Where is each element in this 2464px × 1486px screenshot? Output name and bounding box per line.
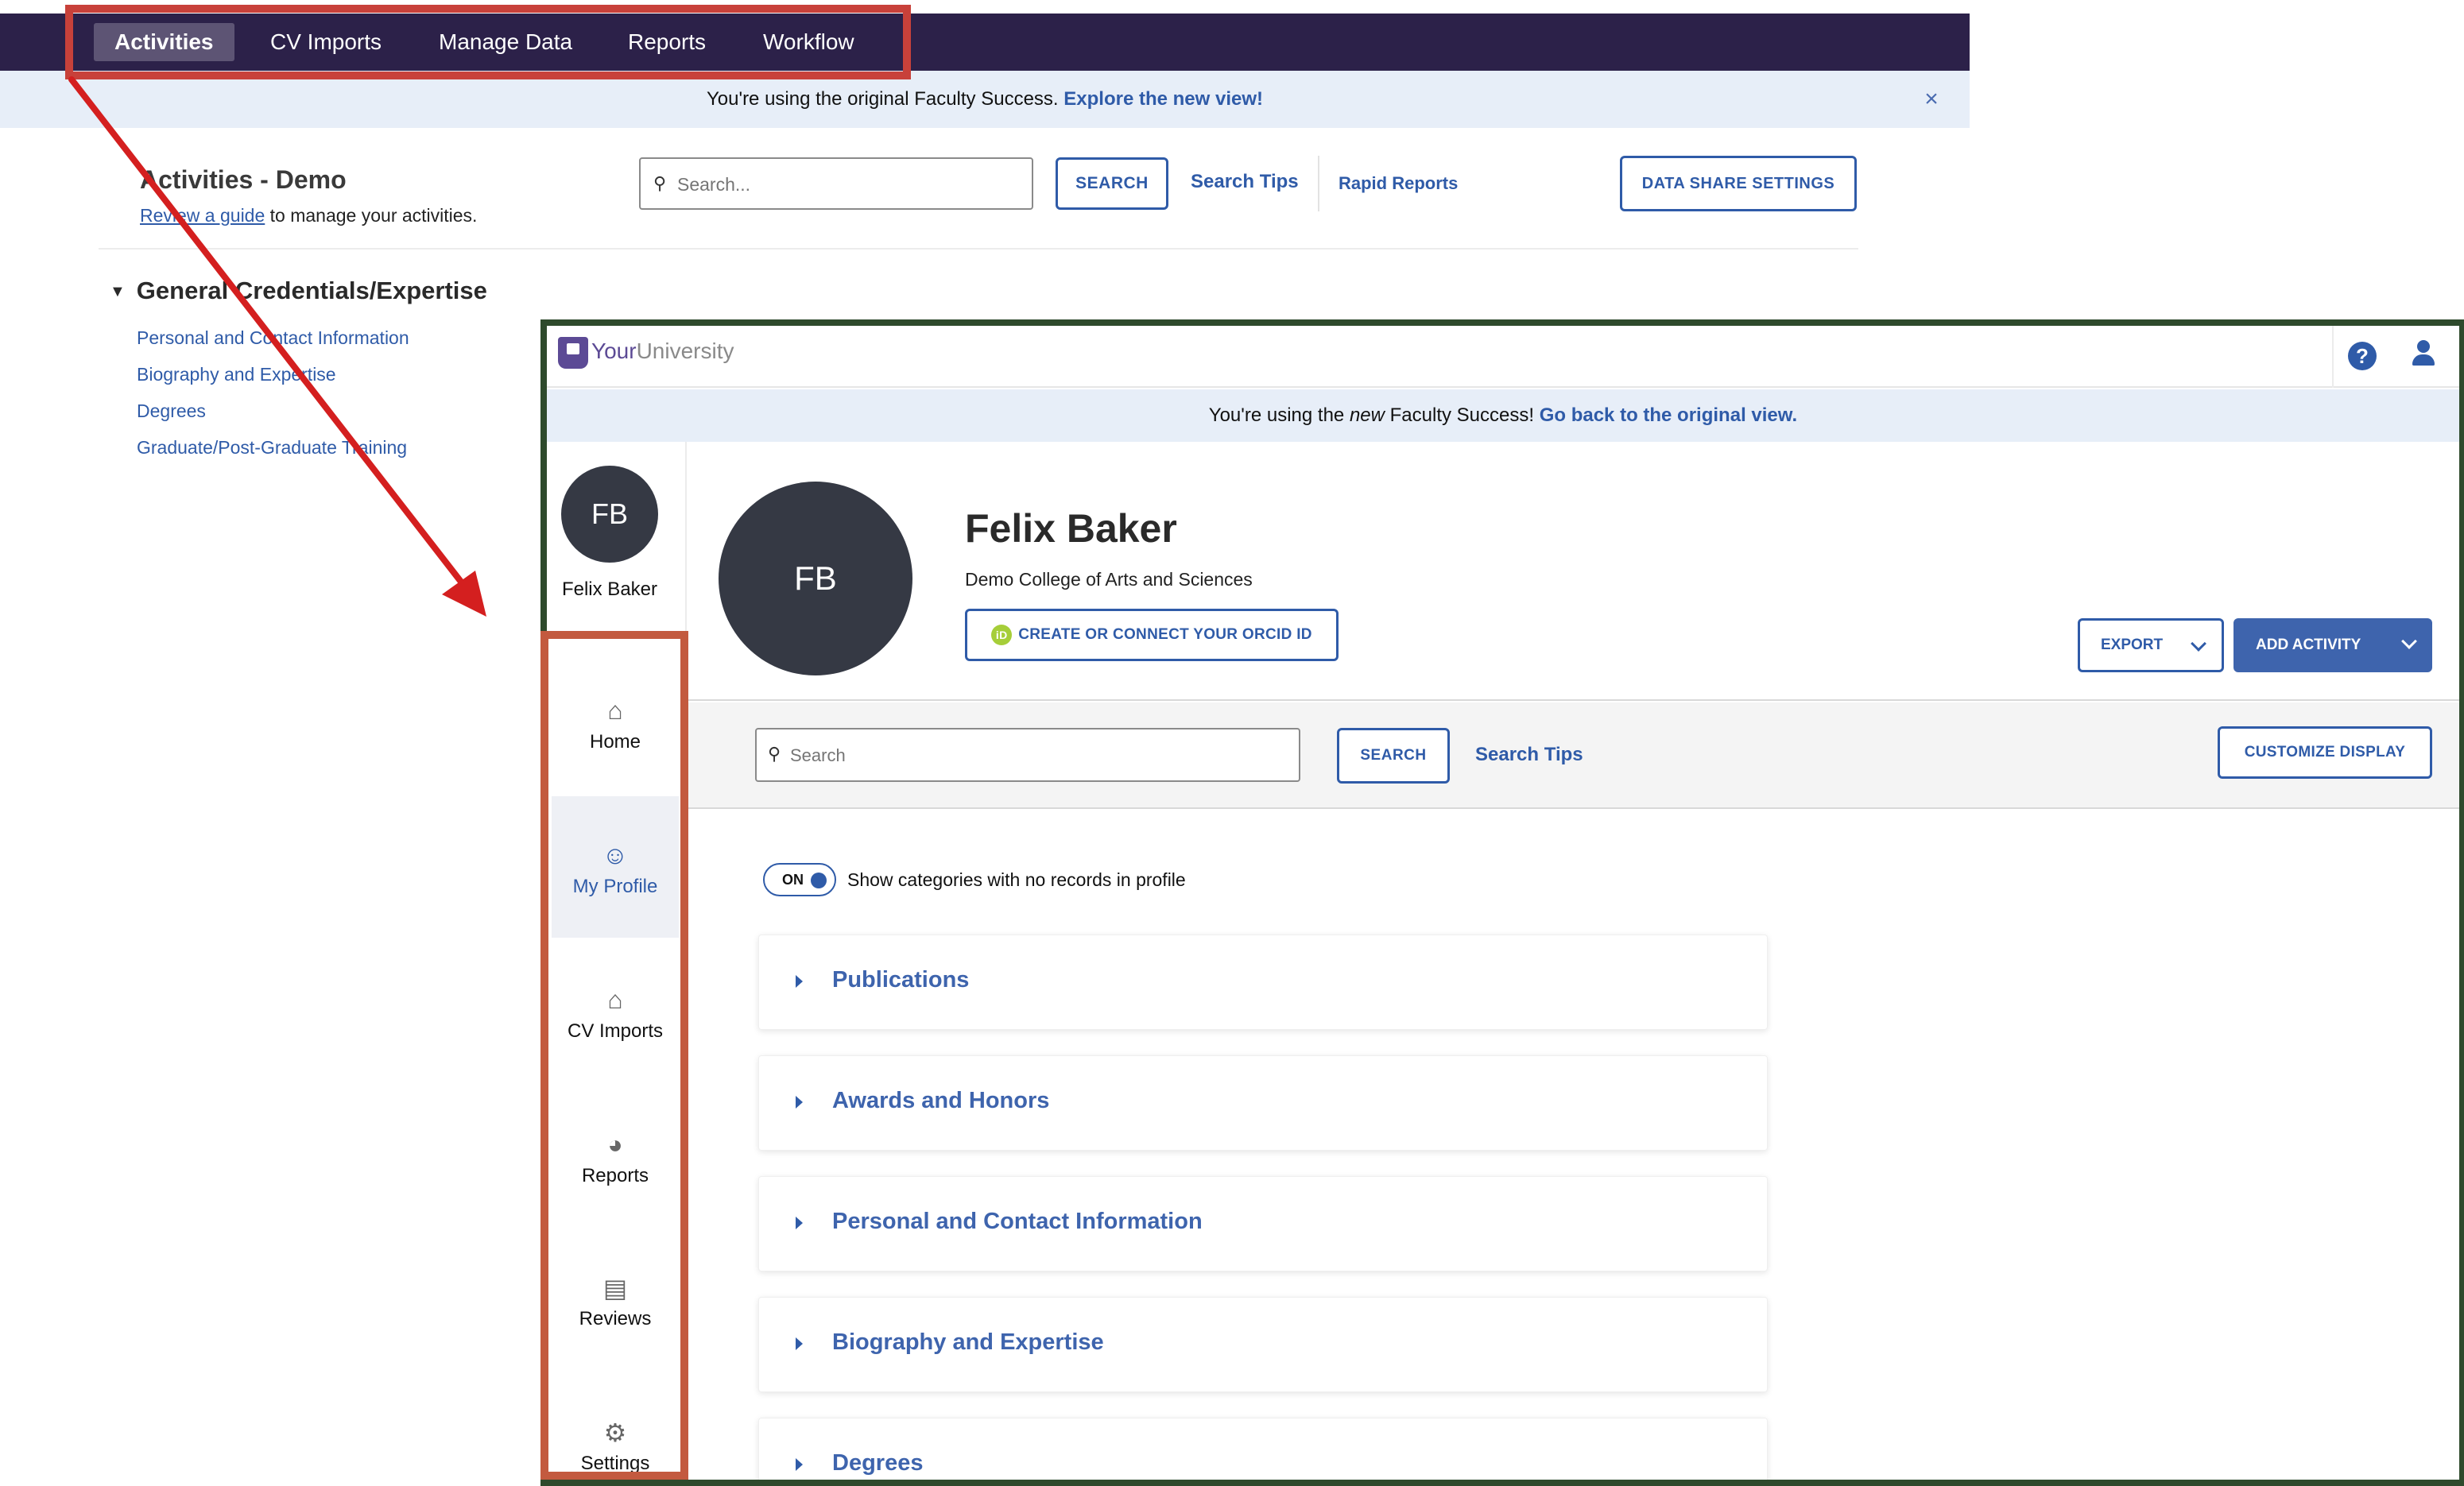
search-button[interactable]: SEARCH bbox=[1337, 728, 1450, 784]
old-search-button[interactable]: SEARCH bbox=[1056, 157, 1168, 210]
caret-right-icon bbox=[796, 1458, 803, 1471]
banner-text-pre: You're using the bbox=[1208, 404, 1350, 426]
section-link[interactable]: Degrees bbox=[137, 401, 206, 422]
category-label: Personal and Contact Information bbox=[832, 1209, 1203, 1234]
rapid-reports-link[interactable]: Rapid Reports bbox=[1339, 173, 1458, 194]
annotation-sidebar-highlight bbox=[540, 631, 688, 1480]
banner-text-em: new bbox=[1349, 404, 1385, 426]
category-label: Biography and Expertise bbox=[832, 1329, 1104, 1355]
go-back-original-link[interactable]: Go back to the original view. bbox=[1540, 404, 1798, 426]
old-search-field[interactable]: ⚲ bbox=[639, 157, 1033, 210]
divider bbox=[1318, 156, 1319, 211]
old-search-tips-link[interactable]: Search Tips bbox=[1191, 171, 1299, 193]
banner-text-mid: Faculty Success! bbox=[1384, 404, 1540, 426]
category-degrees[interactable]: Degrees bbox=[758, 1418, 1768, 1480]
caret-right-icon bbox=[796, 1096, 803, 1109]
new-view-frame: YourUniversity ? You're using the new Fa… bbox=[540, 319, 2464, 1486]
old-banner-text: You're using the original Faculty Succes… bbox=[706, 88, 1064, 110]
profile-college: Demo College of Arts and Sciences bbox=[965, 569, 1253, 590]
orcid-icon: iD bbox=[991, 625, 1013, 645]
profile-avatar: FB bbox=[719, 482, 912, 675]
search-bar: ⚲ SEARCH Search Tips CUSTOMIZE DISPLAY bbox=[688, 702, 2459, 809]
section-link[interactable]: Graduate/Post-Graduate Training bbox=[137, 437, 407, 459]
new-view-banner: You're using the new Faculty Success! Go… bbox=[547, 389, 2459, 442]
old-search-input[interactable] bbox=[677, 168, 1019, 200]
add-activity-button[interactable]: ADD ACTIVITY bbox=[2233, 618, 2432, 672]
chevron-down-icon: ▼ bbox=[110, 283, 126, 300]
category-awards-and-honors[interactable]: Awards and Honors bbox=[758, 1055, 1768, 1151]
search-icon: ⚲ bbox=[768, 744, 781, 764]
caret-right-icon bbox=[796, 975, 803, 988]
search-icon: ⚲ bbox=[653, 173, 667, 193]
category-personal-contact[interactable]: Personal and Contact Information bbox=[758, 1176, 1768, 1271]
category-publications[interactable]: Publications bbox=[758, 935, 1768, 1030]
data-share-settings-button[interactable]: DATA SHARE SETTINGS bbox=[1620, 156, 1857, 211]
avatar[interactable]: FB bbox=[561, 466, 658, 563]
caret-right-icon bbox=[796, 1337, 803, 1350]
orcid-button-label: CREATE OR CONNECT YOUR ORCID ID bbox=[1018, 626, 1312, 644]
search-field[interactable]: ⚲ bbox=[755, 728, 1300, 782]
customize-display-button[interactable]: CUSTOMIZE DISPLAY bbox=[2218, 726, 2432, 779]
section-title: General Credentials/Expertise bbox=[136, 277, 487, 304]
review-guide-link[interactable]: Review a guide bbox=[140, 205, 265, 226]
export-button[interactable]: EXPORT bbox=[2078, 618, 2224, 672]
divider bbox=[2332, 326, 2334, 388]
sidebar-user-name: Felix Baker bbox=[561, 579, 658, 600]
brand-suffix: University bbox=[636, 339, 734, 363]
guide-suffix: to manage your activities. bbox=[265, 205, 478, 226]
chevron-down-icon bbox=[2191, 636, 2206, 652]
toggle-label: Show categories with no records in profi… bbox=[847, 869, 1186, 890]
close-icon[interactable]: × bbox=[1917, 85, 1946, 114]
new-top-bar: YourUniversity ? bbox=[547, 326, 2459, 388]
profile-name: Felix Baker bbox=[965, 506, 1177, 551]
category-label: Awards and Honors bbox=[832, 1088, 1050, 1113]
explore-new-view-link[interactable]: Explore the new view! bbox=[1063, 88, 1263, 110]
help-icon[interactable]: ? bbox=[2348, 342, 2377, 370]
category-label: Publications bbox=[832, 967, 970, 993]
section-heading[interactable]: ▼ General Credentials/Expertise bbox=[110, 277, 487, 305]
add-activity-label: ADD ACTIVITY bbox=[2256, 637, 2361, 653]
orcid-button[interactable]: iD CREATE OR CONNECT YOUR ORCID ID bbox=[965, 609, 1339, 661]
show-empty-toggle[interactable]: ON bbox=[763, 863, 836, 896]
search-tips-link[interactable]: Search Tips bbox=[1475, 744, 1583, 766]
category-label: Degrees bbox=[832, 1450, 924, 1476]
section-link[interactable]: Biography and Expertise bbox=[137, 364, 336, 385]
section-link[interactable]: Personal and Contact Information bbox=[137, 327, 409, 349]
university-logo bbox=[558, 337, 588, 369]
main-content: FB Felix Baker Demo College of Arts and … bbox=[688, 442, 2459, 1480]
chevron-down-icon bbox=[2401, 633, 2417, 649]
search-input[interactable] bbox=[790, 741, 1283, 771]
divider bbox=[99, 248, 1858, 250]
page-title: Activities - Demo bbox=[140, 165, 347, 194]
caret-right-icon bbox=[796, 1217, 803, 1229]
user-icon[interactable] bbox=[2410, 339, 2437, 370]
brand-name[interactable]: YourUniversity bbox=[591, 339, 734, 364]
toggle-knob bbox=[811, 873, 827, 888]
category-biography-expertise[interactable]: Biography and Expertise bbox=[758, 1297, 1768, 1392]
annotation-nav-highlight bbox=[65, 5, 911, 79]
toggle-state: ON bbox=[782, 872, 804, 888]
guide-text: Review a guide to manage your activities… bbox=[140, 205, 477, 226]
brand-prefix: Your bbox=[591, 339, 637, 363]
profile-header: FB Felix Baker Demo College of Arts and … bbox=[688, 442, 2459, 701]
export-button-label: EXPORT bbox=[2101, 637, 2164, 653]
